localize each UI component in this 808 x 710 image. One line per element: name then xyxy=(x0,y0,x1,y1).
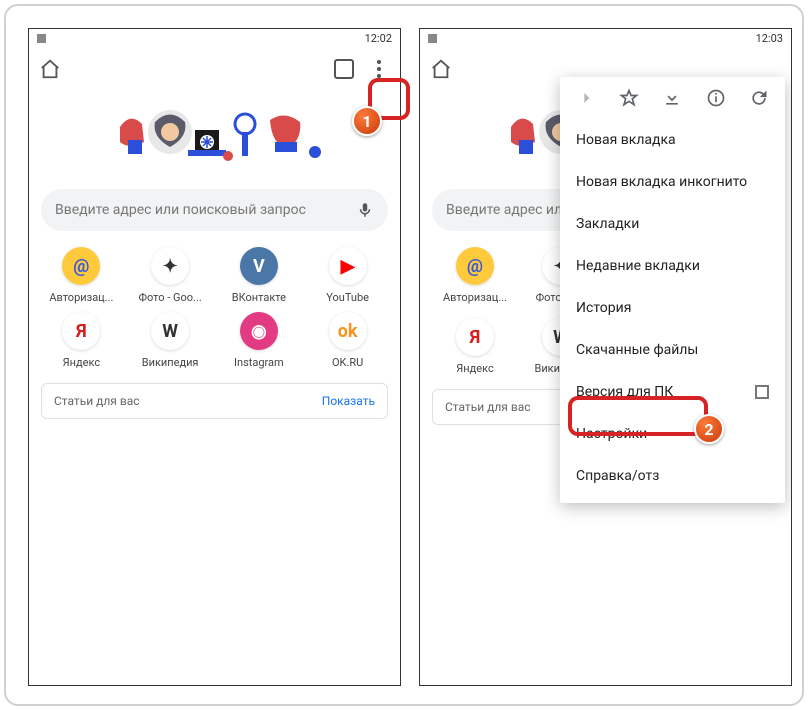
shortcut-item[interactable]: ▶ YouTube xyxy=(305,247,390,304)
menu-item[interactable]: Закладки xyxy=(560,203,785,245)
shortcut-label: Википедия xyxy=(142,356,199,369)
menu-item-desktop-site[interactable]: Версия для ПК xyxy=(560,371,785,413)
shortcut-label: Instagram xyxy=(234,356,284,369)
search-bar[interactable]: Введите адрес или поисковый запрос xyxy=(41,189,388,231)
overflow-menu: Новая вкладка Новая вкладка инкогнито Закл… xyxy=(560,77,785,503)
status-time: 12:03 xyxy=(756,32,783,45)
shortcut-item[interactable]: ok OK.RU xyxy=(305,312,390,369)
menu-item[interactable]: Недавние вкладки xyxy=(560,245,785,287)
tabs-icon[interactable] xyxy=(334,59,354,79)
shortcut-item[interactable]: Я Яндекс xyxy=(39,312,124,369)
menu-item-label: История xyxy=(576,300,631,316)
menu-item-label: Новая вкладка xyxy=(576,132,676,148)
menu-item-label: Новая вкладка инкогнито xyxy=(576,174,747,190)
shortcut-label: Фото - Goo... xyxy=(139,291,202,304)
menu-icon-row xyxy=(560,77,785,119)
menu-item-label: Справка/отз xyxy=(576,468,659,484)
shortcut-icon: ◉ xyxy=(240,312,278,350)
shortcut-item[interactable]: ✦ Фото - Goo... xyxy=(128,247,213,304)
shortcut-label: ВКонтакте xyxy=(232,291,286,304)
google-doodle[interactable] xyxy=(29,97,400,177)
home-icon[interactable] xyxy=(430,58,452,80)
menu-item-label: Версия для ПК xyxy=(576,384,673,400)
menu-item-label: Скачанные файлы xyxy=(576,342,698,358)
status-bar: 12:02 xyxy=(29,29,400,47)
shortcut-item[interactable]: Я Яндекс xyxy=(434,318,516,375)
shortcut-item[interactable]: @ Авторизац... xyxy=(434,247,516,304)
articles-title: Статьи для вас xyxy=(54,394,322,408)
articles-card[interactable]: Статьи для вас Показать xyxy=(41,383,388,419)
comparison-frame: 12:02 xyxy=(4,4,804,706)
home-icon[interactable] xyxy=(39,58,61,80)
reload-icon[interactable] xyxy=(748,87,770,109)
menu-item-help[interactable]: Справка/отз xyxy=(560,455,785,497)
menu-item-label: Закладки xyxy=(576,216,639,232)
mic-icon[interactable] xyxy=(356,201,374,219)
menu-item-label: Недавние вкладки xyxy=(576,258,700,274)
forward-icon[interactable] xyxy=(575,87,597,109)
shortcut-item[interactable]: ◉ Instagram xyxy=(217,312,302,369)
menu-item-label: Настройки xyxy=(576,426,647,442)
shortcut-label: Авторизац... xyxy=(49,291,113,304)
shortcut-icon: ▶ xyxy=(329,247,367,285)
shortcut-item[interactable]: @ Авторизац... xyxy=(39,247,124,304)
shortcut-icon: Я xyxy=(62,312,100,350)
shortcut-icon: @ xyxy=(62,247,100,285)
shortcut-icon: ok xyxy=(329,312,367,350)
shortcut-icon: ✦ xyxy=(151,247,189,285)
download-icon[interactable] xyxy=(661,87,683,109)
info-icon[interactable] xyxy=(705,87,727,109)
shortcut-item[interactable]: W Википедия xyxy=(128,312,213,369)
articles-show-button[interactable]: Показать xyxy=(322,394,375,408)
status-indicator-icon xyxy=(37,34,46,43)
more-menu-icon[interactable] xyxy=(368,58,390,80)
search-placeholder: Введите адрес или поисковый запрос xyxy=(55,202,356,218)
shortcut-label: Авторизац... xyxy=(443,291,507,304)
shortcut-icon: @ xyxy=(456,247,494,285)
shortcut-label: Яндекс xyxy=(63,356,100,369)
desktop-site-checkbox[interactable] xyxy=(755,385,769,399)
menu-item[interactable]: Новая вкладка xyxy=(560,119,785,161)
status-indicator-icon xyxy=(428,34,437,43)
status-time: 12:02 xyxy=(365,32,392,45)
shortcut-icon: W xyxy=(151,312,189,350)
browser-toolbar xyxy=(29,47,400,91)
shortcut-icon: V xyxy=(240,247,278,285)
shortcut-label: YouTube xyxy=(326,291,369,304)
menu-item[interactable]: История xyxy=(560,287,785,329)
shortcuts-grid: @ Авторизац... ✦ Фото - Goo... V ВКонтакте ▶ Yo… xyxy=(29,231,400,377)
status-bar: 12:03 xyxy=(420,29,791,47)
annotation-badge-2: 2 xyxy=(694,414,724,444)
shortcut-label: OK.RU xyxy=(332,356,363,369)
shortcut-label: Яндекс xyxy=(456,362,493,375)
bookmark-star-icon[interactable] xyxy=(618,87,640,109)
menu-item[interactable]: Скачанные файлы xyxy=(560,329,785,371)
menu-item[interactable]: Новая вкладка инкогнито xyxy=(560,161,785,203)
shortcut-item[interactable]: V ВКонтакте xyxy=(217,247,302,304)
menu-item-settings[interactable]: Настройки xyxy=(560,413,785,455)
shortcut-icon: Я xyxy=(456,318,494,356)
annotation-badge-1: 1 xyxy=(352,106,382,136)
phone-screenshot-2: 12:03 Введите адрес или по @Ав xyxy=(419,28,792,686)
phone-screenshot-1: 12:02 xyxy=(28,28,401,686)
